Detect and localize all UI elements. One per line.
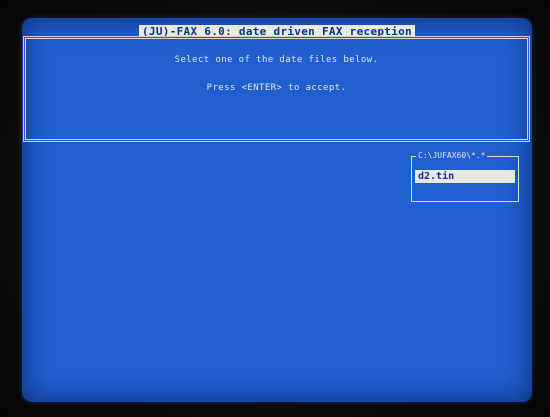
app-title: (JU)-FAX 6.0: date driven FAX reception: [139, 25, 415, 38]
instruction-line-enter: Press <ENTER> to accept.: [206, 83, 347, 93]
instruction-line-select: Select one of the date files below.: [174, 55, 379, 65]
title-bar: (JU)-FAX 6.0: date driven FAX reception: [22, 20, 532, 38]
crt-screen: (JU)-FAX 6.0: date driven FAX reception …: [22, 18, 532, 402]
file-item-selected[interactable]: d2.tin: [415, 170, 515, 183]
file-picker[interactable]: C:\JUFAX60\*.* d2.tin: [411, 151, 519, 202]
instruction-box: Select one of the date files below. Pres…: [25, 38, 528, 140]
monitor-bezel: (JU)-FAX 6.0: date driven FAX reception …: [0, 0, 550, 417]
file-picker-path: C:\JUFAX60\*.*: [416, 151, 488, 160]
